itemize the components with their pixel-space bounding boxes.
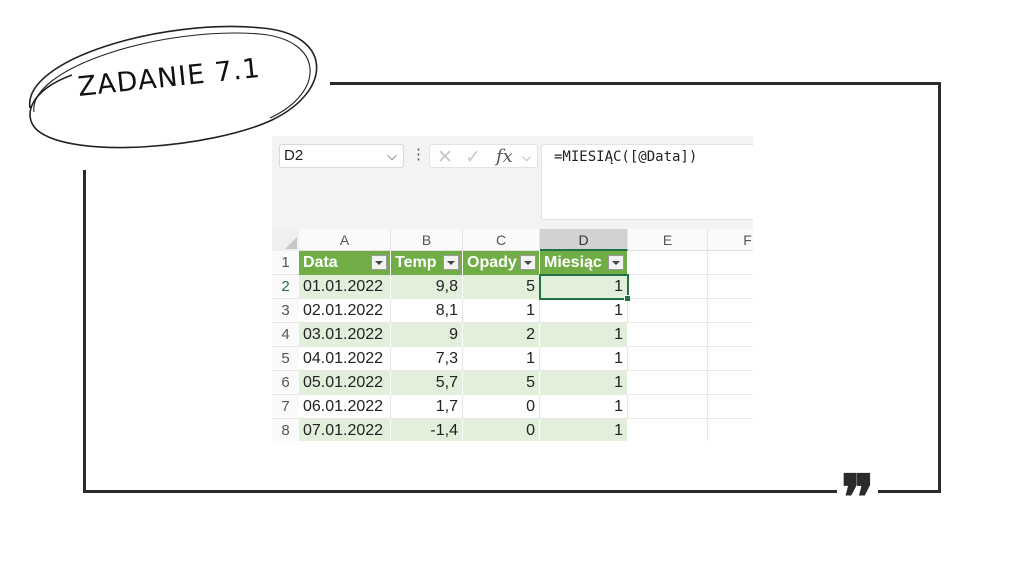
- table-cell[interactable]: 5: [463, 275, 540, 299]
- table-header-opady[interactable]: Opady: [463, 251, 540, 275]
- table-cell[interactable]: 02.01.2022: [299, 299, 391, 323]
- column-header-b[interactable]: B: [391, 229, 463, 251]
- filter-dropdown-icon[interactable]: [608, 255, 624, 270]
- insert-function-icon[interactable]: fx: [496, 146, 513, 167]
- empty-cell[interactable]: [708, 275, 753, 299]
- table-cell[interactable]: 1: [540, 299, 628, 323]
- table-cell[interactable]: 5: [463, 371, 540, 395]
- chevron-down-icon[interactable]: ⌵: [387, 145, 397, 167]
- filter-dropdown-icon[interactable]: [443, 255, 459, 270]
- header-label: Temp: [395, 254, 437, 271]
- empty-cell[interactable]: [708, 395, 753, 419]
- table-cell[interactable]: 9: [391, 323, 463, 347]
- table-header-temp[interactable]: Temp: [391, 251, 463, 275]
- table-header-data[interactable]: Data: [299, 251, 391, 275]
- table-cell[interactable]: -1,4: [391, 419, 463, 441]
- table-header-miesiac[interactable]: Miesiąc: [540, 251, 628, 275]
- frame-bottom-line: [83, 490, 941, 493]
- frame-right-line: [938, 82, 941, 493]
- empty-cell[interactable]: [628, 299, 708, 323]
- row-header[interactable]: 2: [272, 275, 299, 299]
- empty-cell[interactable]: [628, 347, 708, 371]
- name-box[interactable]: D2 ⌵: [279, 144, 404, 168]
- empty-cell[interactable]: [708, 419, 753, 441]
- row-header[interactable]: 5: [272, 347, 299, 371]
- table-cell[interactable]: 1: [540, 371, 628, 395]
- row-header[interactable]: 7: [272, 395, 299, 419]
- table-cell[interactable]: 0: [463, 395, 540, 419]
- name-box-value: D2: [284, 147, 304, 164]
- table-cell[interactable]: 7,3: [391, 347, 463, 371]
- formula-bar: D2 ⌵ ⋮ ✕ ✓ fx ⌵ =MIESIĄC([@Data]): [272, 136, 753, 229]
- row-header[interactable]: 6: [272, 371, 299, 395]
- empty-cell[interactable]: [708, 323, 753, 347]
- excel-screenshot: D2 ⌵ ⋮ ✕ ✓ fx ⌵ =MIESIĄC([@Data]) A B C …: [272, 136, 753, 441]
- table-cell[interactable]: 0: [463, 419, 540, 441]
- column-header-f[interactable]: F: [708, 229, 753, 251]
- formula-buttons: ✕ ✓ fx ⌵: [429, 144, 538, 168]
- table-cell[interactable]: 9,8: [391, 275, 463, 299]
- empty-cell[interactable]: [628, 371, 708, 395]
- table-cell[interactable]: 1: [463, 299, 540, 323]
- table-cell[interactable]: 05.01.2022: [299, 371, 391, 395]
- checkmark-icon[interactable]: ✓: [465, 146, 481, 169]
- row-header[interactable]: 4: [272, 323, 299, 347]
- row-header[interactable]: 8: [272, 419, 299, 441]
- empty-cell[interactable]: [708, 347, 753, 371]
- chevron-down-icon[interactable]: ⌵: [522, 150, 531, 165]
- formula-input[interactable]: =MIESIĄC([@Data]): [541, 144, 753, 220]
- cell-f1[interactable]: [708, 251, 753, 275]
- table-cell[interactable]: 04.01.2022: [299, 347, 391, 371]
- frame-top-line: [330, 82, 941, 85]
- table-cell[interactable]: 1: [540, 347, 628, 371]
- cancel-icon[interactable]: ✕: [437, 146, 453, 169]
- table-cell[interactable]: 1,7: [391, 395, 463, 419]
- empty-cell[interactable]: [708, 299, 753, 323]
- table-cell[interactable]: 8,1: [391, 299, 463, 323]
- header-label: Data: [303, 254, 338, 271]
- select-all-corner[interactable]: [272, 229, 299, 251]
- cell-e1[interactable]: [628, 251, 708, 275]
- column-header-c[interactable]: C: [463, 229, 540, 251]
- table-cell[interactable]: 1: [463, 347, 540, 371]
- empty-cell[interactable]: [628, 323, 708, 347]
- frame-left-line: [83, 170, 86, 493]
- table-cell[interactable]: 01.01.2022: [299, 275, 391, 299]
- table-cell[interactable]: 1: [540, 323, 628, 347]
- table-cell[interactable]: 06.01.2022: [299, 395, 391, 419]
- spreadsheet-grid: A B C D E F 1 2 3 4 5 6 7 8 Data Temp Op…: [272, 229, 753, 441]
- column-header-d[interactable]: D: [540, 229, 628, 251]
- table-cell[interactable]: 5,7: [391, 371, 463, 395]
- table-cell[interactable]: 07.01.2022: [299, 419, 391, 441]
- filter-dropdown-icon[interactable]: [520, 255, 536, 270]
- empty-cell[interactable]: [628, 419, 708, 441]
- row-header[interactable]: 1: [272, 251, 299, 275]
- column-header-a[interactable]: A: [299, 229, 391, 251]
- table-cell[interactable]: 2: [463, 323, 540, 347]
- empty-cell[interactable]: [628, 395, 708, 419]
- row-header[interactable]: 3: [272, 299, 299, 323]
- empty-cell[interactable]: [708, 371, 753, 395]
- header-label: Miesiąc: [544, 254, 602, 271]
- header-label: Opady: [467, 254, 517, 271]
- quote-icon: ❞: [837, 467, 879, 529]
- empty-cell[interactable]: [628, 275, 708, 299]
- active-cell-selection[interactable]: [539, 274, 631, 302]
- column-header-e[interactable]: E: [628, 229, 708, 251]
- table-cell[interactable]: 03.01.2022: [299, 323, 391, 347]
- table-cell[interactable]: 1: [540, 419, 628, 441]
- more-options-icon[interactable]: ⋮: [411, 145, 426, 163]
- filter-dropdown-icon[interactable]: [371, 255, 387, 270]
- table-cell[interactable]: 1: [540, 395, 628, 419]
